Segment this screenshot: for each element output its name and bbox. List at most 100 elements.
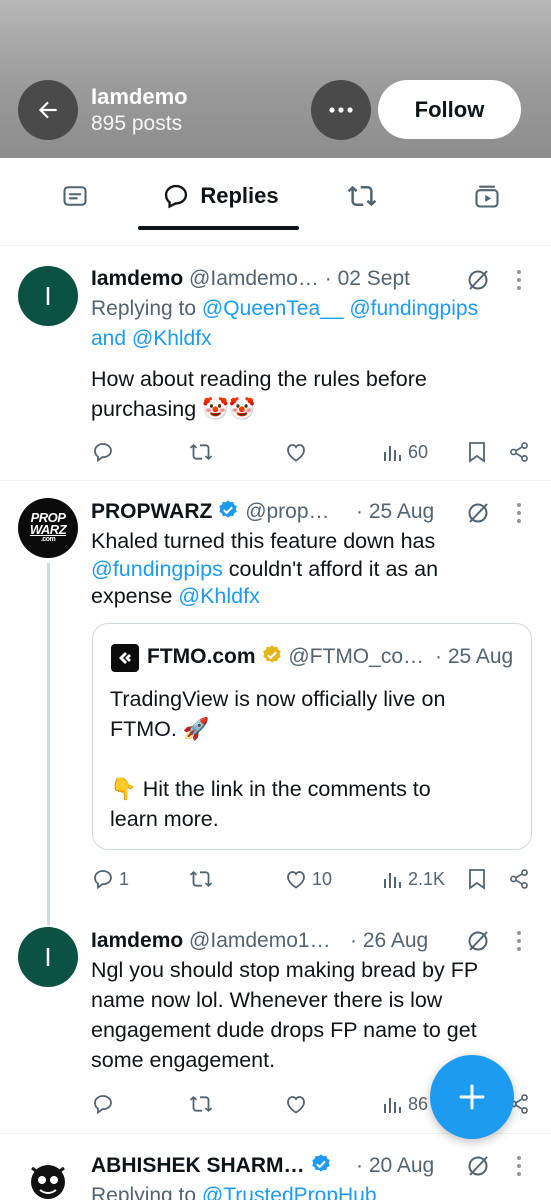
ftmo-logo [111,644,139,672]
repost-button[interactable] [188,1092,214,1116]
mention-link[interactable]: @Khldfx [132,327,212,350]
quote-header: FTMO.com @FTMO_co… [147,643,424,671]
post-text-line: @fundingpips couldn't afford it as an [91,556,438,584]
post-text-line: expense @Khldfx [91,583,438,611]
share-icon [510,869,528,889]
post-text: Khaled turned this feature down has @fun… [91,528,438,611]
bookmark-button[interactable] [466,440,488,464]
author-handle: @Iamdemo1… [189,929,331,952]
reply-icon [94,870,112,890]
views-icon [384,1098,401,1113]
post-menu-icon[interactable] [514,268,524,292]
post-header: Iamdemo @Iamdemo1… [91,927,331,955]
profile-tabs: Replies [0,158,551,246]
views-icon [384,446,401,461]
like-button[interactable] [284,1092,308,1116]
avatar[interactable] [18,1152,78,1200]
author-handle: @prop… [245,500,330,523]
author-name[interactable]: Iamdemo [91,929,183,952]
mention-link[interactable]: @fundingpips [349,297,478,320]
bookmark-button[interactable] [466,867,488,891]
share-button[interactable] [508,440,530,464]
share-icon [510,442,528,462]
tab-replies[interactable]: Replies [158,176,283,216]
replies-tab-icon [165,184,188,209]
avatar[interactable]: I [18,927,78,987]
mention-link[interactable]: @Khldfx [178,584,260,608]
post-text-line: engagement dude drops FP name to get [91,1018,477,1042]
verified-gold-badge-icon [262,645,281,663]
quoted-post[interactable]: FTMO.com @FTMO_co… · 25 Aug TradingView … [92,623,532,850]
post-date: · 25 Aug [356,500,435,523]
quote-date: · 25 Aug [435,645,514,668]
author-handle: @Iamdemo… [189,267,319,290]
post-text-line: name now lol. Whenever there is low [91,988,443,1012]
active-tab-indicator [138,226,299,230]
repost-icon [189,1096,213,1112]
post-header: Iamdemo @Iamdemo… · 02 Sept [91,265,410,293]
replying-prefix: Replying to [91,1184,197,1200]
views-count: 86 [408,1093,429,1114]
profile-header: Iamdemo 895 posts Follow [0,0,551,158]
post-menu-icon[interactable] [514,1154,524,1178]
quote-author-name: FTMO.com [147,645,256,668]
quote-author-handle: @FTMO_co… [288,645,425,668]
post-text-span: couldn't afford it as an [222,556,439,581]
author-name[interactable]: PROPWARZ [91,500,212,523]
like-icon [287,1096,305,1114]
back-button[interactable] [18,80,78,140]
reply-button[interactable]: 1 [91,867,129,891]
post-text-line: Ngl you should stop making bread by FP [91,958,479,982]
avatar-logo-text: WARZ [29,522,67,537]
tab-reposts[interactable] [342,176,382,216]
like-button[interactable]: 10 [284,867,332,891]
quote-text: TradingView is now officially live on FT… [110,684,445,834]
divider [0,480,551,481]
reply-button[interactable] [91,440,115,464]
post-menu-icon[interactable] [514,501,524,525]
views-button[interactable]: 2.1K [382,867,445,891]
grok-icon[interactable] [466,501,490,525]
post-menu-icon[interactable] [514,929,524,953]
verified-badge-icon [219,500,238,518]
reply-button[interactable] [91,1092,115,1116]
views-count: 2.1K [408,868,446,889]
posts-count: 895 posts [91,112,183,135]
ftmo-logo-icon [119,652,131,664]
thread-line [47,563,50,925]
follow-button[interactable]: Follow [378,80,521,139]
post-header: PROPWARZ @prop… [91,498,330,526]
like-icon [287,871,305,889]
views-button[interactable]: 60 [382,440,428,464]
media-tab-icon [475,185,499,208]
tab-media[interactable] [467,176,507,216]
reply-icon [94,443,112,463]
avatar[interactable]: PROP WARZ .com [18,498,78,558]
compose-button[interactable] [430,1055,514,1139]
share-button[interactable] [508,867,530,891]
repost-icon [189,444,213,460]
mention-link[interactable]: @TrustedPropHub [202,1184,377,1200]
tab-posts[interactable] [55,176,95,216]
views-button[interactable]: 86 [382,1092,428,1116]
grok-icon[interactable] [466,929,490,953]
more-icon [329,107,353,113]
mention-link[interactable]: @fundingpips [91,557,223,581]
repost-button[interactable] [188,440,214,464]
grok-icon[interactable] [466,1154,490,1178]
like-count: 10 [312,868,333,889]
avatar[interactable]: I [18,266,78,326]
replying-prefix: Replying to [91,297,197,320]
author-name[interactable]: Iamdemo [91,267,183,290]
grok-icon[interactable] [466,268,490,292]
quote-text-line: TradingView is now officially live on [110,687,446,711]
repost-button[interactable] [188,867,214,891]
posts-tab-icon [63,186,87,206]
repost-icon [189,871,213,887]
more-options-button[interactable] [311,80,371,140]
back-arrow-icon [38,101,57,119]
mention-link[interactable]: @QueenTea__ [202,297,344,320]
post-text-line: How about reading the rules before [91,367,427,391]
like-button[interactable] [284,440,308,464]
author-name[interactable]: ABHISHEK SHARM… [91,1154,305,1177]
